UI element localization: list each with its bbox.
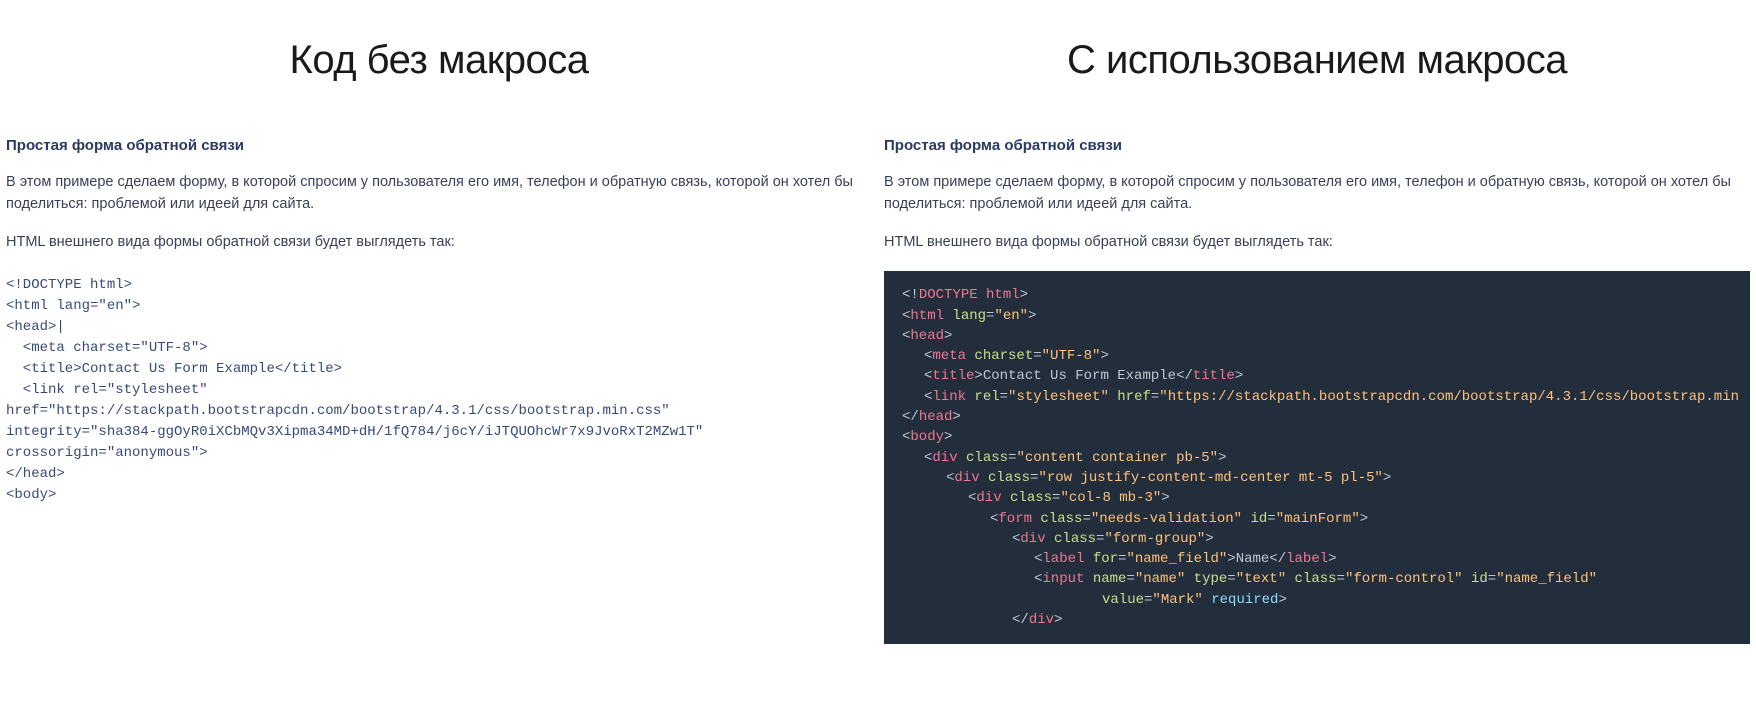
left-column: Код без макроса Простая форма обратной с… [0, 0, 878, 704]
left-html-line: HTML внешнего вида формы обратной связи … [6, 232, 872, 254]
left-subtitle: Простая форма обратной связи [6, 137, 872, 154]
syntax-highlighted-code-block: <!DOCTYPE html><html lang="en"><head><me… [884, 271, 1750, 644]
right-column: С использованием макроса Простая форма о… [878, 0, 1756, 704]
plain-code-block: <!DOCTYPE html> <html lang="en"> <head>|… [6, 275, 872, 506]
right-heading: С использованием макроса [884, 38, 1750, 83]
right-html-line: HTML внешнего вида формы обратной связи … [884, 232, 1750, 254]
left-paragraph: В этом примере сделаем форму, в которой … [6, 172, 872, 216]
right-paragraph: В этом примере сделаем форму, в которой … [884, 172, 1750, 216]
left-heading: Код без макроса [6, 38, 872, 83]
right-subtitle: Простая форма обратной связи [884, 137, 1750, 154]
